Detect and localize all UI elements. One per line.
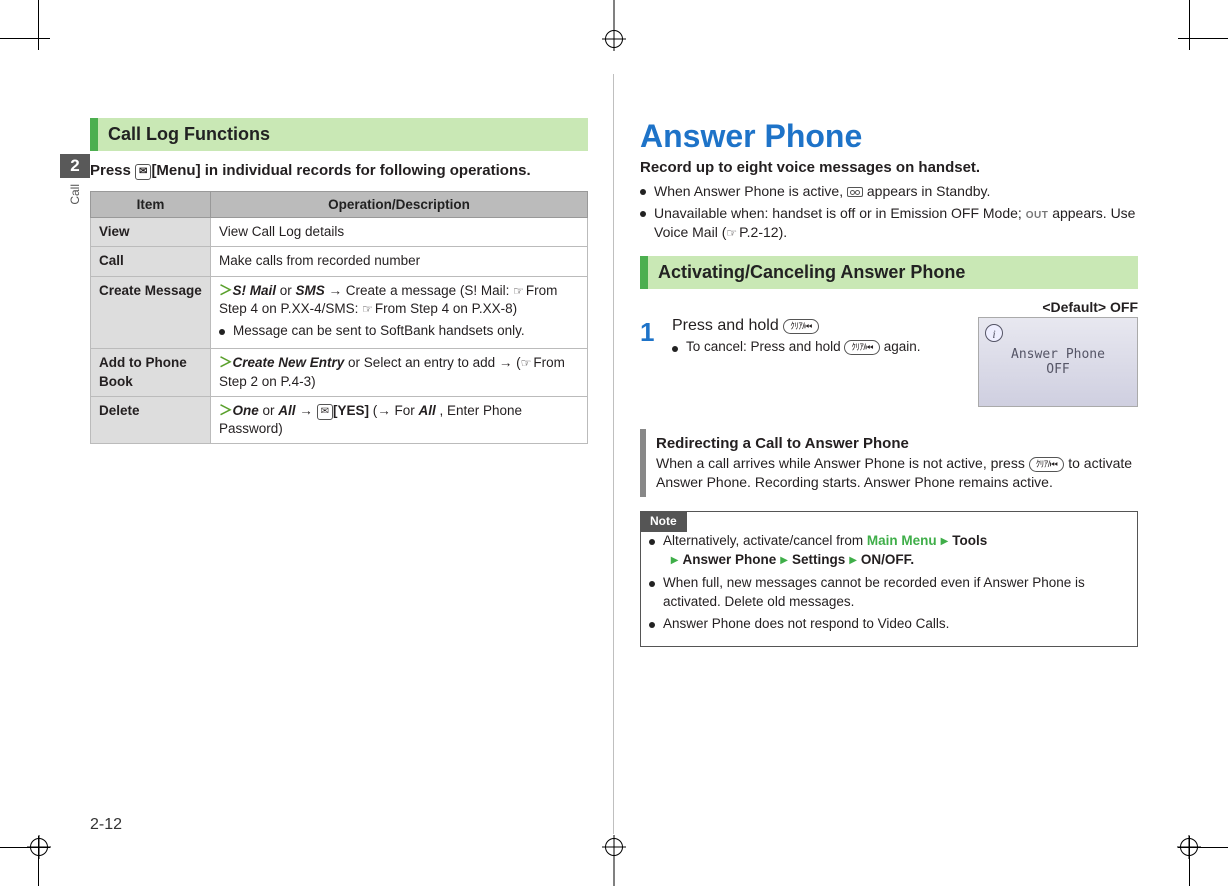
cell-item: Delete (91, 396, 211, 443)
text: or Select an entry to add → ( (344, 355, 520, 370)
clear-key-icon: ｸﾘｱ/⏮ (783, 319, 819, 334)
triangle-icon (667, 552, 683, 567)
subheading-activating: Activating/Canceling Answer Phone (640, 256, 1138, 289)
th-operation: Operation/Description (211, 192, 588, 218)
list-item: Message can be sent to SoftBank handsets… (219, 322, 579, 340)
subheading-call-log: Call Log Functions (90, 118, 588, 151)
mail-key-icon: ✉ (135, 164, 151, 180)
cell-desc: View Call Log details (211, 218, 588, 247)
text: When a call arrives while Answer Phone i… (656, 455, 1029, 471)
cell-desc: Make calls from recorded number (211, 247, 588, 276)
step-sub: To cancel: Press and hold ｸﾘｱ/⏮ again. (672, 339, 968, 355)
text: → (296, 403, 317, 418)
screenshot-answer-phone-off: i Answer Phone OFF (978, 317, 1138, 407)
text: Press and hold (672, 317, 783, 334)
cell-item: Create Message (91, 276, 211, 349)
text: → Create a message (S! Mail: (325, 283, 513, 298)
text: Tools (952, 533, 987, 548)
list-item: Alternatively, activate/cancel from Main… (649, 532, 1129, 570)
cell-item: Add to Phone Book (91, 349, 211, 396)
text: or (276, 283, 296, 298)
text: appears in Standby. (863, 183, 990, 199)
step-number: 1 (640, 317, 662, 348)
text: Unavailable when: handset is off or in E… (654, 205, 1026, 221)
page-title: Answer Phone (640, 118, 1138, 155)
page-number: 2-12 (90, 816, 122, 834)
pointer-icon (521, 355, 534, 370)
text: All (278, 403, 295, 418)
clear-key-icon: ｸﾘｱ/⏮ (1029, 457, 1065, 472)
list-item: When full, new messages cannot be record… (649, 574, 1129, 612)
out-icon: OUT (1026, 209, 1049, 223)
note-label: Note (640, 511, 687, 532)
cell-desc: ＞One or All → ✉[YES] (→ For All , Enter … (211, 396, 588, 443)
operations-table: Item Operation/Description View View Cal… (90, 191, 588, 444)
pointer-icon (362, 301, 375, 316)
triangle-icon (937, 533, 953, 548)
step-1: 1 Press and hold ｸﾘｱ/⏮ To cancel: Press … (640, 317, 968, 355)
text: SMS (296, 283, 325, 298)
right-column: Answer Phone Record up to eight voice me… (613, 74, 1138, 834)
cell-item: View (91, 218, 211, 247)
table-row: Delete ＞One or All → ✉[YES] (→ For All ,… (91, 396, 588, 443)
left-column: Call Log Functions Press ✉[Menu] in indi… (90, 74, 614, 834)
list-item: Answer Phone does not respond to Video C… (649, 615, 1129, 634)
triangle-icon (776, 552, 792, 567)
default-tag: <Default> OFF (640, 299, 1138, 315)
pointer-icon (513, 283, 526, 298)
text: Alternatively, activate/cancel from (663, 533, 867, 548)
text: S! Mail (233, 283, 277, 298)
screenshot-line1: Answer Phone (1011, 347, 1105, 362)
main-menu-label: Main Menu (867, 533, 937, 548)
list-item: Unavailable when: handset is off or in E… (640, 204, 1138, 242)
info-icon: i (985, 324, 1003, 342)
text: [YES] (333, 403, 369, 418)
mail-key-icon: ✉ (317, 404, 333, 420)
screenshot-line2: OFF (1046, 362, 1069, 377)
clear-key-icon: ｸﾘｱ/⏮ (844, 340, 880, 355)
lead-text: Record up to eight voice messages on han… (640, 159, 1138, 176)
table-row: Call Make calls from recorded number (91, 247, 588, 276)
text: From Step 4 on P.XX-8) (375, 301, 517, 316)
text: One (233, 403, 259, 418)
cell-desc: ＞Create New Entry or Select an entry to … (211, 349, 588, 396)
text: When Answer Phone is active, (654, 183, 847, 199)
redirect-note: Redirecting a Call to Answer Phone When … (640, 429, 1138, 497)
chevron-icon: ＞ (219, 403, 233, 418)
chevron-icon: ＞ (219, 283, 233, 298)
cell-item: Call (91, 247, 211, 276)
text: ON/OFF. (861, 552, 914, 567)
th-item: Item (91, 192, 211, 218)
tape-icon (847, 187, 863, 197)
chevron-icon: ＞ (219, 355, 233, 370)
redirect-title: Redirecting a Call to Answer Phone (656, 433, 1138, 454)
cell-desc: ＞S! Mail or SMS → Create a message (S! M… (211, 276, 588, 349)
table-row: Create Message ＞S! Mail or SMS → Create … (91, 276, 588, 349)
side-tab: 2 Call (60, 154, 90, 205)
chapter-number: 2 (60, 154, 90, 178)
text: To cancel: Press and hold (686, 339, 844, 354)
note-box: Note Alternatively, activate/cancel from… (640, 511, 1138, 647)
text: Settings (792, 552, 845, 567)
pointer-icon (726, 224, 739, 240)
text: Create New Entry (233, 355, 345, 370)
text: again. (880, 339, 921, 354)
triangle-icon (845, 552, 861, 567)
list-item: When Answer Phone is active, appears in … (640, 182, 1138, 201)
table-row: View View Call Log details (91, 218, 588, 247)
instruction-text: Press ✉[Menu] in individual records for … (90, 161, 588, 181)
table-row: Add to Phone Book ＞Create New Entry or S… (91, 349, 588, 396)
text: [Menu] in individual records for followi… (151, 162, 530, 179)
text: or (259, 403, 279, 418)
text: (→ For (369, 403, 419, 418)
text: All (418, 403, 435, 418)
chapter-label: Call (68, 184, 82, 205)
text: P.2-12). (739, 224, 787, 240)
text: Answer Phone (682, 552, 776, 567)
text: Press (90, 162, 135, 179)
page: 2 Call Call Log Functions Press ✉[Menu] … (90, 74, 1138, 834)
